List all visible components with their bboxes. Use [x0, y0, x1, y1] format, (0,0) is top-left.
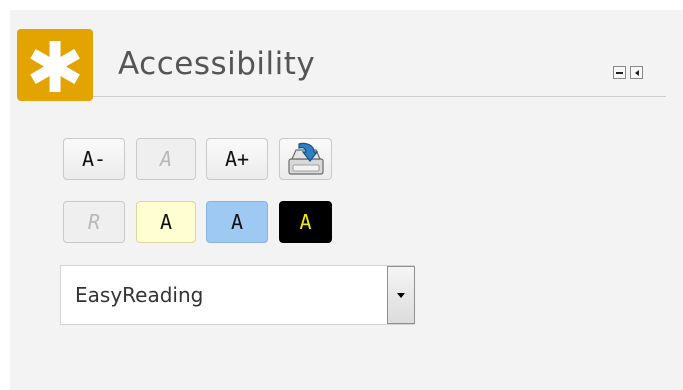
save-settings-button[interactable] [279, 138, 332, 180]
increase-font-button[interactable]: A+ [206, 138, 268, 180]
asterisk-icon: ✱ [17, 27, 93, 109]
font-family-select-value: EasyReading [75, 283, 204, 307]
collapse-left-icon[interactable] [630, 66, 643, 79]
minimize-icon[interactable] [613, 66, 626, 79]
accessibility-panel: ✱ Accessibility A- A A+ R A A A EasyRead… [10, 10, 683, 390]
panel-header: ✱ Accessibility [10, 10, 683, 109]
logo-glyph: ✱ [25, 27, 85, 109]
reset-contrast-button[interactable]: R [63, 201, 125, 243]
save-settings-icon [287, 142, 324, 175]
yellow-contrast-button[interactable]: A [136, 201, 196, 243]
decrease-font-button[interactable]: A- [63, 138, 125, 180]
chevron-down-icon[interactable] [387, 266, 415, 324]
black-contrast-button[interactable]: A [279, 201, 332, 243]
header-divider [93, 96, 666, 97]
reset-font-button[interactable]: A [136, 138, 196, 180]
font-family-select[interactable]: EasyReading [60, 265, 415, 325]
panel-title: Accessibility [118, 46, 316, 82]
blue-contrast-button[interactable]: A [206, 201, 268, 243]
